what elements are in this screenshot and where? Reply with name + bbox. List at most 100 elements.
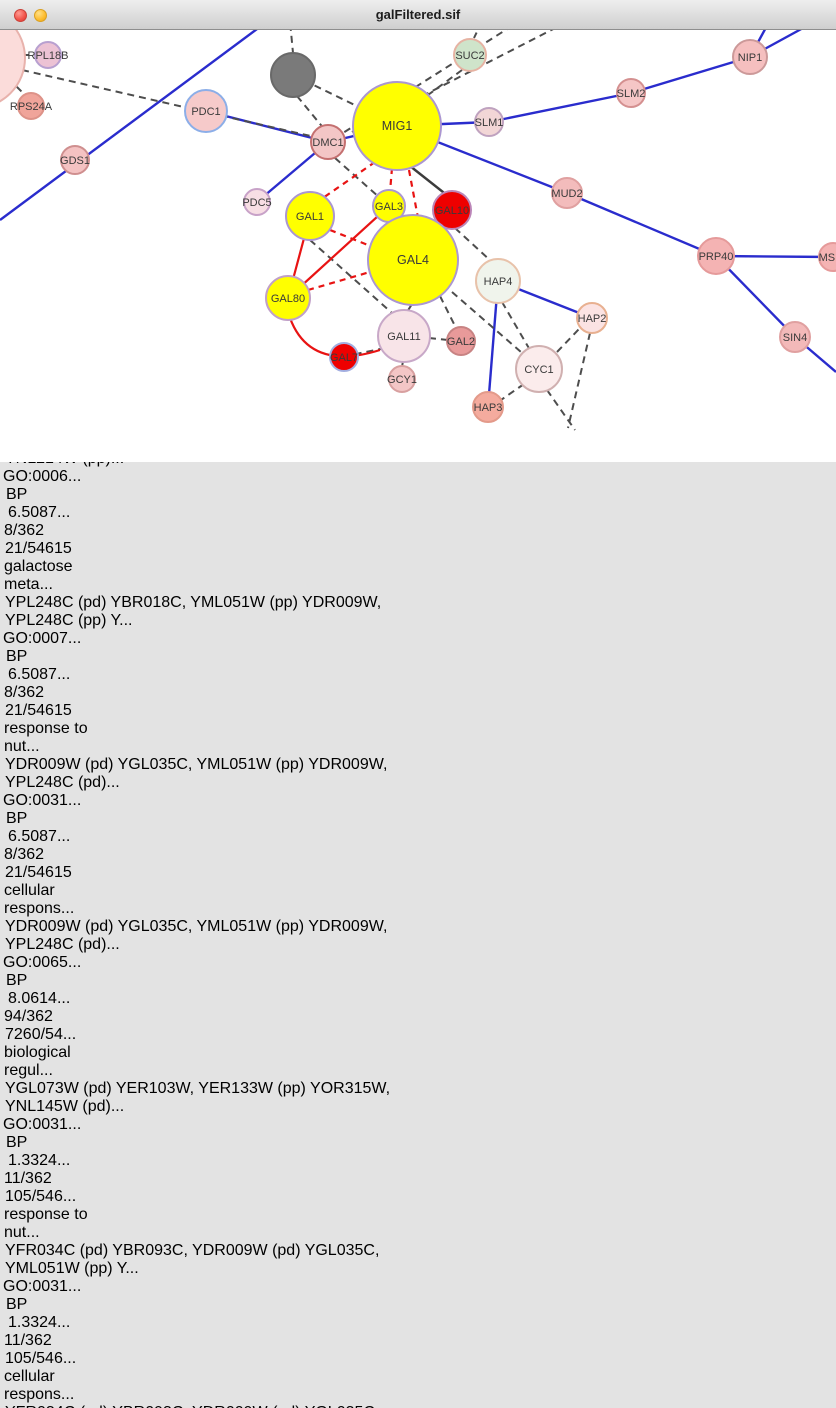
- table-cell: 11/362: [0, 1332, 56, 1350]
- node-label: GAL2: [447, 336, 475, 348]
- table-cell: BP: [0, 1296, 39, 1314]
- table-cell: BP: [0, 486, 39, 504]
- node-label: RPL18B: [28, 50, 69, 62]
- node-label: GAL10: [435, 205, 469, 217]
- node-label: GCY1: [387, 374, 417, 386]
- node-label: GAL3: [375, 201, 403, 213]
- graph-edge[interactable]: [297, 96, 325, 130]
- graph-edge[interactable]: [567, 193, 716, 256]
- table-cell: 7260/54...: [0, 1026, 75, 1044]
- node-label: HAP3: [474, 402, 503, 414]
- node-label: RPS24A: [10, 101, 53, 113]
- graph-edge[interactable]: [455, 228, 492, 262]
- table-cell: 105/546...: [0, 1188, 75, 1206]
- table-cell: YFR034C (pd) YBR093C, YDR009W (pd) YGL03…: [0, 1242, 448, 1278]
- table-cell: 21/54615: [0, 864, 75, 882]
- graph-edge[interactable]: [308, 272, 370, 290]
- graph-edge[interactable]: [557, 328, 580, 352]
- node-label: PDC1: [191, 106, 220, 118]
- table-cell: GO:0006...: [0, 468, 75, 486]
- node-label: PDC5: [242, 197, 271, 209]
- table-cell: GO:0031...: [0, 1278, 75, 1296]
- table-cell: cellular respons...: [0, 1368, 101, 1404]
- table-cell: 21/54615: [0, 702, 75, 720]
- table-cell: 8/362: [0, 846, 56, 864]
- graph-edge[interactable]: [390, 168, 392, 192]
- graph-edge[interactable]: [501, 384, 524, 400]
- graph-edge[interactable]: [428, 70, 462, 95]
- network-canvas[interactable]: RPL18B RPS24A GDS1 PDC1 DMC1 MIG1 SUC2 SLM1 SLM2…: [0, 0, 836, 437]
- table-cell: YDR009W (pd) YGL035C, YML051W (pp) YDR00…: [0, 918, 448, 954]
- node-label: SLM2: [617, 88, 646, 100]
- node-label: DMC1: [312, 137, 343, 149]
- graph-edge[interactable]: [631, 57, 750, 93]
- table-cell: BP: [0, 1134, 39, 1152]
- node-label: MIG1: [382, 119, 413, 133]
- table-cell: GO:0031...: [0, 1116, 75, 1134]
- graph-edge[interactable]: [409, 170, 418, 218]
- node-label: MUD2: [551, 188, 582, 200]
- table-cell: 8.0614...: [0, 990, 64, 1008]
- table-cell: 8/362: [0, 684, 56, 702]
- table-cell: YGL073W (pd) YER103W, YER133W (pp) YOR31…: [0, 1080, 448, 1116]
- node-label: HAP4: [484, 276, 513, 288]
- table-cell: 6.5087...: [0, 828, 64, 846]
- node-label: GAL7: [330, 352, 358, 364]
- table-cell: biological regul...: [0, 1044, 101, 1080]
- table-cell: response to nut...: [0, 720, 101, 756]
- table-cell: 6.5087...: [0, 666, 64, 684]
- table-cell: 105/546...: [0, 1350, 75, 1368]
- graph-node-gray-node[interactable]: [271, 53, 315, 97]
- table-cell: GO:0007...: [0, 630, 75, 648]
- graph-edge[interactable]: [502, 302, 530, 350]
- table-cell: YDR009W (pd) YGL035C, YML051W (pp) YDR00…: [0, 756, 448, 792]
- table-row[interactable]: GO:0031...BP1.3324...11/362105/546...res…: [0, 1116, 836, 1278]
- node-label: CYC1: [524, 364, 553, 376]
- node-label: GAL11: [387, 331, 420, 343]
- table-cell: 94/362: [0, 1008, 56, 1026]
- node-label: SUC2: [455, 50, 484, 62]
- table-row[interactable]: GO:0007...BP6.5087...8/36221/54615respon…: [0, 630, 836, 792]
- node-label: SLM1: [475, 117, 504, 129]
- table-cell: YFR034C (pd) YBR093C, YDR009W (pd) YGL03…: [0, 1404, 448, 1408]
- graph-edge[interactable]: [547, 390, 575, 430]
- table-cell: 11/362: [0, 1170, 56, 1188]
- window-title: galFiltered.sif: [0, 0, 836, 30]
- table-cell: response to nut...: [0, 1206, 101, 1242]
- graph-edge[interactable]: [330, 230, 373, 247]
- graph-edge[interactable]: [410, 166, 448, 196]
- node-label: NIP1: [738, 52, 762, 64]
- table-cell: YPL248C (pd) YBR018C, YML051W (pp) YDR00…: [0, 594, 448, 630]
- table-row[interactable]: GO:0006...BP6.5087...8/36221/54615galact…: [0, 468, 836, 630]
- table-row[interactable]: GO:0065...BP8.0614...94/3627260/54...bio…: [0, 954, 836, 1116]
- node-label: GAL80: [271, 293, 305, 305]
- network-graph[interactable]: RPL18B RPS24A GDS1 PDC1 DMC1 MIG1 SUC2 SLM1 SLM2…: [0, 0, 836, 432]
- node-label: GAL4: [397, 253, 429, 267]
- table-cell: BP: [0, 810, 39, 828]
- node-label: GDS1: [60, 155, 90, 167]
- table-cell: 6.5087...: [0, 504, 64, 522]
- network-titlebar[interactable]: galFiltered.sif: [0, 0, 836, 30]
- graph-edge[interactable]: [440, 296, 456, 328]
- node-label: GAL1: [296, 211, 324, 223]
- table-row[interactable]: GO:0031...BP1.3324...11/362105/546...cel…: [0, 1278, 836, 1408]
- node-label: MSL1: [819, 252, 836, 264]
- table-cell: GO:0065...: [0, 954, 75, 972]
- table-row[interactable]: GO:0031...BP6.5087...8/36221/54615cellul…: [0, 792, 836, 954]
- node-label: SIN4: [783, 332, 807, 344]
- table-cell: 8/362: [0, 522, 56, 540]
- table-cell: GO:0031...: [0, 792, 75, 810]
- graph-edge[interactable]: [489, 93, 631, 122]
- graph-edge[interactable]: [320, 162, 375, 200]
- table-cell: 1.3324...: [0, 1314, 64, 1332]
- table-cell: galactose meta...: [0, 558, 101, 594]
- node-label: PRP40: [699, 251, 734, 263]
- table-cell: cellular respons...: [0, 882, 101, 918]
- graph-edge[interactable]: [429, 338, 448, 340]
- table-cell: BP: [0, 648, 39, 666]
- table-cell: 1.3324...: [0, 1152, 64, 1170]
- table-cell: 21/54615: [0, 540, 75, 558]
- graph-edge[interactable]: [568, 333, 590, 428]
- table-cell: BP: [0, 972, 39, 990]
- node-label: HAP2: [578, 313, 607, 325]
